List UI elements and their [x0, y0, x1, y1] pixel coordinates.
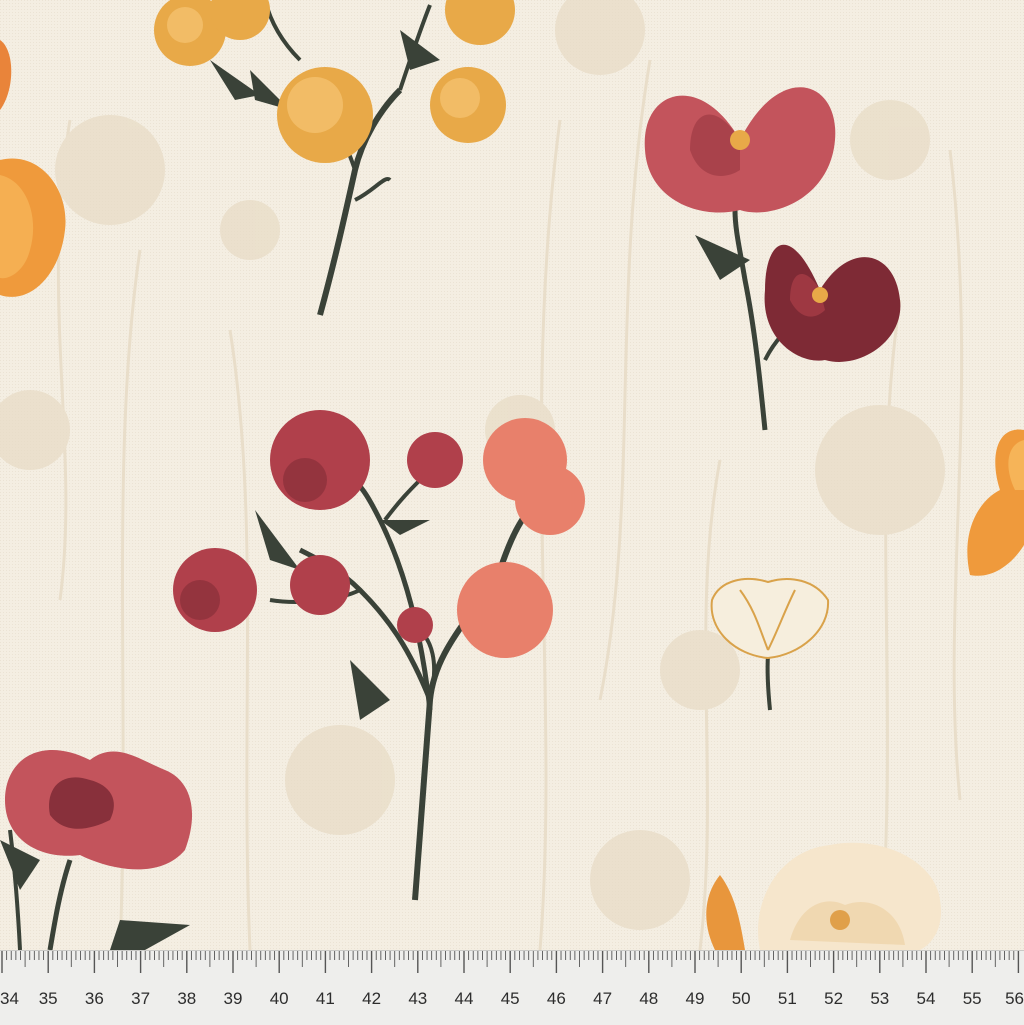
ruler-number: 50 — [731, 989, 751, 1008]
ruler-number: 56 — [1005, 989, 1024, 1008]
floral-fabric — [0, 0, 1024, 950]
ruler-number: 42 — [362, 989, 382, 1008]
ruler-number: 44 — [454, 989, 474, 1008]
ruler-ticks — [1, 951, 1020, 973]
ruler-number: 55 — [962, 989, 982, 1008]
ruler-number: 35 — [38, 989, 58, 1008]
ruler-number: 48 — [639, 989, 659, 1008]
ruler-number: 36 — [84, 989, 104, 1008]
ruler-number: 52 — [824, 989, 844, 1008]
ruler-number: 46 — [546, 989, 566, 1008]
ruler-number: 49 — [685, 989, 705, 1008]
ruler-number: 53 — [870, 989, 890, 1008]
ruler-number: 39 — [223, 989, 243, 1008]
measuring-ruler: 34 35 36 37 38 39 40 41 42 43 44 45 46 47 48 49 50 51 52 53… — [0, 950, 1024, 1025]
ruler-number: 51 — [777, 989, 797, 1008]
ruler-number: 38 — [177, 989, 197, 1008]
ruler-number: 37 — [131, 989, 151, 1008]
fabric-photo: 34 35 36 37 38 39 40 41 42 43 44 45 46 47 48 49 50 51 52 53… — [0, 0, 1024, 1025]
ruler-number: 54 — [916, 989, 936, 1008]
ruler-number: 45 — [500, 989, 520, 1008]
ruler-number: 40 — [269, 989, 289, 1008]
ruler-number: 34 — [0, 989, 19, 1008]
ruler-number: 43 — [408, 989, 428, 1008]
ruler-number: 41 — [315, 989, 335, 1008]
ruler-number: 47 — [593, 989, 613, 1008]
